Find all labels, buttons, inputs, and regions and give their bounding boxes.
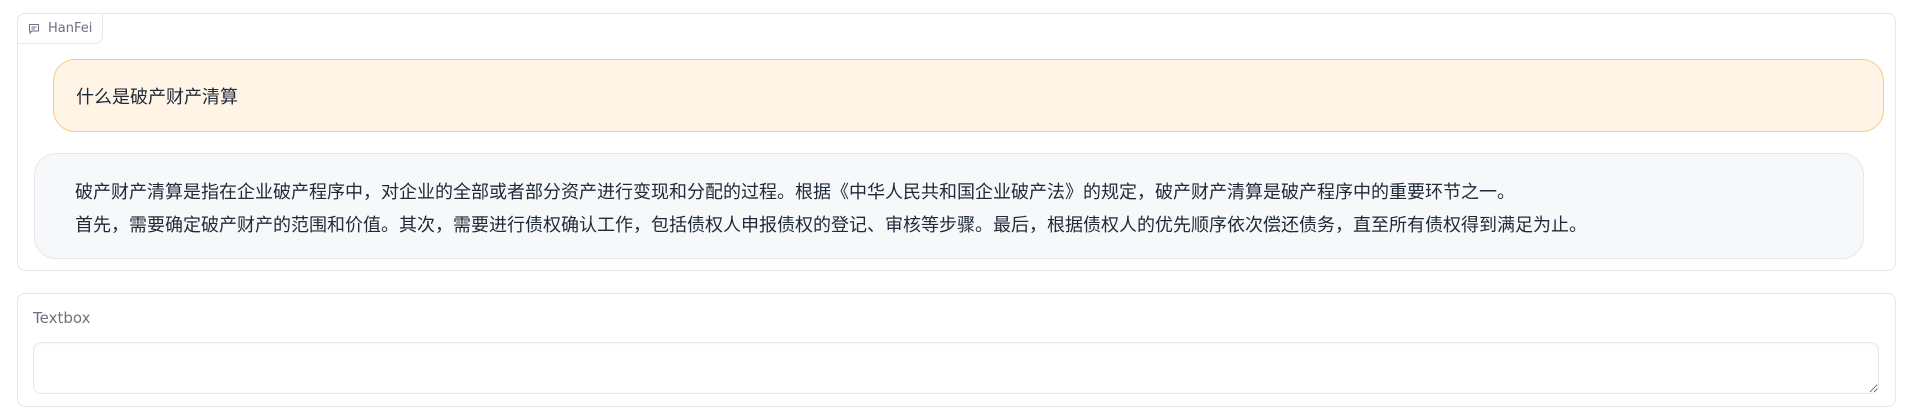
textbox-label: Textbox: [33, 309, 91, 327]
user-message-text: 什么是破产财产清算: [76, 86, 238, 108]
user-message: 什么是破产财产清算: [53, 59, 1884, 132]
chatbot-panel: HanFei 什么是破产财产清算 破产财产清算是指在企业破产程序中，对企业的全部…: [17, 13, 1896, 271]
bot-message-line: 首先，需要确定破产财产的范围和价值。其次，需要进行债权确认工作，包括债权人申报债…: [75, 215, 1587, 236]
bot-message: 破产财产清算是指在企业破产程序中，对企业的全部或者部分资产进行变现和分配的过程。…: [34, 153, 1864, 259]
chatbot-label: HanFei: [18, 14, 104, 44]
bot-message-line: 破产财产清算是指在企业破产程序中，对企业的全部或者部分资产进行变现和分配的过程。…: [75, 182, 1515, 203]
textbox-block: Textbox: [17, 293, 1896, 407]
chat-icon: [28, 23, 40, 35]
chatbot-label-text: HanFei: [48, 21, 93, 36]
textbox-input[interactable]: [33, 342, 1879, 394]
